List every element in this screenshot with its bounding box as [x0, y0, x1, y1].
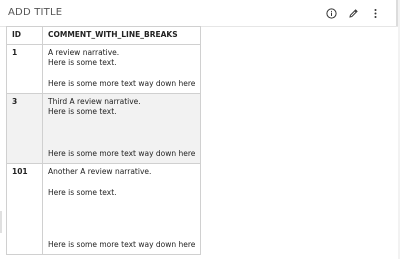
comment-line: Here is some more text way down here [48, 79, 196, 88]
comment-line: Here is some text. [48, 187, 117, 197]
widget-panel: ADD TITLE ID COMMENT_WITH_LINE_BREAKS 1 … [0, 0, 398, 259]
table-header-row: ID COMMENT_WITH_LINE_BREAKS [6, 26, 202, 45]
comment-line: Here is some more text way down here [48, 149, 196, 158]
comment-line: Here is some text. [48, 58, 117, 67]
info-icon[interactable] [325, 7, 338, 20]
cell-comment[interactable]: Third A review narrative. Here is some t… [41, 92, 202, 164]
left-edge-handle[interactable] [0, 211, 2, 233]
edit-pencil-icon[interactable] [347, 7, 360, 20]
table-row: 3 Third A review narrative. Here is some… [6, 92, 202, 164]
cell-id[interactable]: 1 [6, 43, 43, 94]
more-vertical-icon[interactable] [369, 7, 382, 20]
table-row: 101 Another A review narrative. Here is … [6, 162, 202, 255]
comment-line: Another A review narrative. [48, 166, 152, 176]
comment-line: Third A review narrative. [48, 96, 141, 106]
column-header-comment[interactable]: COMMENT_WITH_LINE_BREAKS [41, 26, 202, 45]
data-table: ID COMMENT_WITH_LINE_BREAKS 1 A review n… [6, 26, 202, 255]
panel-title[interactable]: ADD TITLE [8, 7, 62, 19]
cell-comment[interactable]: Another A review narrative. Here is some… [41, 162, 202, 255]
comment-line: A review narrative. [48, 47, 120, 57]
cell-id[interactable]: 101 [6, 162, 43, 255]
header-actions [325, 6, 382, 20]
column-header-id[interactable]: ID [6, 26, 43, 45]
comment-line: Here is some text. [48, 107, 117, 116]
comment-line: Here is some more text way down here [48, 240, 196, 249]
panel-header: ADD TITLE [0, 0, 398, 27]
cell-id[interactable]: 3 [6, 92, 43, 164]
cell-comment[interactable]: A review narrative. Here is some text. H… [41, 43, 202, 94]
table-row: 1 A review narrative. Here is some text.… [6, 43, 202, 94]
